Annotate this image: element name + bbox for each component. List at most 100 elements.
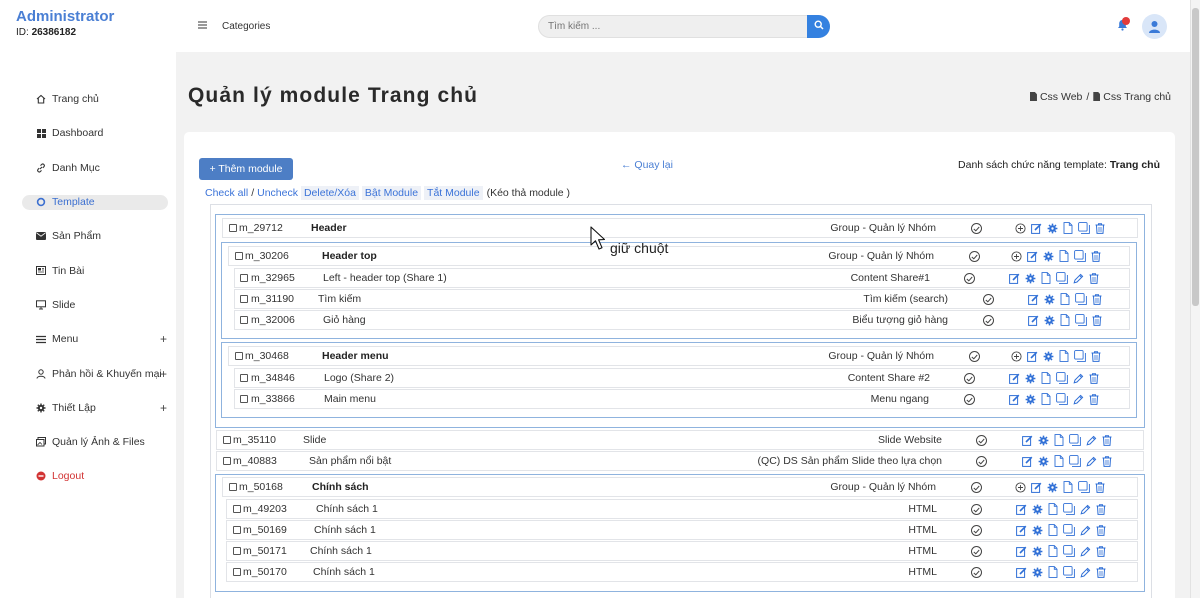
sidebar-item-dashboard[interactable]: Dashboard [0, 116, 176, 150]
status-check-icon[interactable] [983, 315, 994, 326]
trash-icon[interactable] [1101, 455, 1113, 467]
status-check-icon[interactable] [964, 394, 975, 405]
edit-icon[interactable] [1030, 222, 1042, 234]
sidebar-item-quan-ly-anh[interactable]: Quản lý Ảnh & Files [0, 425, 176, 459]
module-row[interactable]: m_34846 Logo (Share 2) Content Share #2 [234, 368, 1130, 388]
module-row[interactable]: m_50171 Chính sách 1 HTML [226, 541, 1138, 561]
module-checkbox[interactable] [233, 547, 241, 555]
module-checkbox[interactable] [240, 274, 248, 282]
file-icon[interactable] [1058, 250, 1070, 262]
file-icon[interactable] [1059, 314, 1071, 326]
search-button[interactable] [807, 15, 830, 38]
pen-icon[interactable] [1072, 393, 1084, 405]
page-scrollbar[interactable] [1190, 0, 1200, 598]
edit-icon[interactable] [1021, 434, 1033, 446]
pen-icon[interactable] [1079, 524, 1091, 536]
sidebar-item-slide[interactable]: Slide [0, 288, 176, 322]
pen-icon[interactable] [1079, 566, 1091, 578]
pen-icon[interactable] [1079, 503, 1091, 515]
file-icon[interactable] [1047, 503, 1059, 515]
module-checkbox[interactable] [240, 395, 248, 403]
avatar[interactable] [1142, 14, 1167, 39]
copy-icon[interactable] [1063, 566, 1075, 578]
gear-icon[interactable] [1024, 372, 1036, 384]
trash-icon[interactable] [1088, 272, 1100, 284]
search-input[interactable] [539, 16, 809, 37]
module-row[interactable]: m_30206 Header top Group - Quản lý Nhóm [228, 246, 1130, 266]
file-icon[interactable] [1047, 545, 1059, 557]
gear-icon[interactable] [1046, 222, 1058, 234]
edit-icon[interactable] [1015, 524, 1027, 536]
pen-icon[interactable] [1072, 272, 1084, 284]
pen-icon[interactable] [1079, 545, 1091, 557]
copy-icon[interactable] [1063, 545, 1075, 557]
module-checkbox[interactable] [235, 252, 243, 260]
delete-button[interactable]: Delete/Xóa [300, 186, 359, 200]
gear-icon[interactable] [1031, 503, 1043, 515]
copy-icon[interactable] [1078, 222, 1090, 234]
trash-icon[interactable] [1088, 372, 1100, 384]
breadcrumb-item-css-web[interactable]: Css Web [1029, 91, 1082, 103]
module-checkbox[interactable] [240, 295, 248, 303]
trash-icon[interactable] [1091, 314, 1103, 326]
file-icon[interactable] [1047, 566, 1059, 578]
copy-icon[interactable] [1056, 393, 1068, 405]
sidebar-item-phan-hoi[interactable]: Phản hồi & Khuyến mại + [0, 356, 176, 390]
copy-icon[interactable] [1056, 272, 1068, 284]
gear-icon[interactable] [1031, 566, 1043, 578]
expand-icon[interactable]: + [160, 332, 167, 346]
sidebar-item-thiet-lap[interactable]: Thiết Lập + [0, 391, 176, 425]
module-row[interactable]: m_32965 Left - header top (Share 1) Conten… [234, 268, 1130, 288]
module-checkbox[interactable] [240, 374, 248, 382]
copy-icon[interactable] [1078, 481, 1090, 493]
expand-icon[interactable]: + [160, 367, 167, 381]
trash-icon[interactable] [1095, 545, 1107, 557]
trash-icon[interactable] [1088, 393, 1100, 405]
gear-icon[interactable] [1031, 524, 1043, 536]
add-icon[interactable] [1014, 481, 1026, 493]
edit-icon[interactable] [1027, 314, 1039, 326]
file-icon[interactable] [1040, 393, 1052, 405]
uncheck-link[interactable]: Uncheck [257, 187, 298, 199]
trash-icon[interactable] [1094, 481, 1106, 493]
sidebar-item-san-pham[interactable]: Sản Phẩm [0, 219, 176, 253]
sidebar-item-trang-chu[interactable]: Trang chủ [0, 82, 176, 116]
gear-icon[interactable] [1037, 434, 1049, 446]
file-icon[interactable] [1047, 524, 1059, 536]
module-checkbox[interactable] [223, 436, 231, 444]
module-row[interactable]: m_32006 Giỏ hàng Biểu tượng giỏ hàng [234, 310, 1130, 330]
trash-icon[interactable] [1101, 434, 1113, 446]
trash-icon[interactable] [1091, 293, 1103, 305]
status-check-icon[interactable] [969, 351, 980, 362]
module-row[interactable]: m_40883 Sản phẩm nổi bật (QC) DS Sản phẩm … [216, 451, 1144, 471]
sidebar-item-logout[interactable]: Logout [0, 459, 176, 493]
copy-icon[interactable] [1063, 524, 1075, 536]
module-checkbox[interactable] [233, 568, 241, 576]
gear-icon[interactable] [1042, 250, 1054, 262]
gear-icon[interactable] [1031, 545, 1043, 557]
gear-icon[interactable] [1043, 293, 1055, 305]
status-check-icon[interactable] [976, 456, 987, 467]
status-check-icon[interactable] [983, 294, 994, 305]
trash-icon[interactable] [1090, 250, 1102, 262]
sidebar-item-template[interactable]: Template [0, 185, 176, 219]
gear-icon[interactable] [1043, 314, 1055, 326]
pen-icon[interactable] [1085, 434, 1097, 446]
gear-icon[interactable] [1042, 350, 1054, 362]
module-checkbox[interactable] [235, 352, 243, 360]
edit-icon[interactable] [1008, 272, 1020, 284]
sidebar-item-menu[interactable]: Menu + [0, 322, 176, 356]
module-checkbox[interactable] [223, 457, 231, 465]
status-check-icon[interactable] [971, 504, 982, 515]
module-row[interactable]: m_33866 Main menu Menu ngang [234, 389, 1130, 409]
module-checkbox[interactable] [229, 483, 237, 491]
module-row[interactable]: m_30468 Header menu Group - Quản lý Nhóm [228, 346, 1130, 366]
status-check-icon[interactable] [971, 525, 982, 536]
module-row[interactable]: m_50169 Chính sách 1 HTML [226, 520, 1138, 540]
module-row[interactable]: m_29712 Header Group - Quản lý Nhóm [222, 218, 1138, 238]
edit-icon[interactable] [1030, 481, 1042, 493]
status-check-icon[interactable] [976, 435, 987, 446]
status-check-icon[interactable] [971, 482, 982, 493]
file-icon[interactable] [1062, 222, 1074, 234]
module-checkbox[interactable] [240, 316, 248, 324]
